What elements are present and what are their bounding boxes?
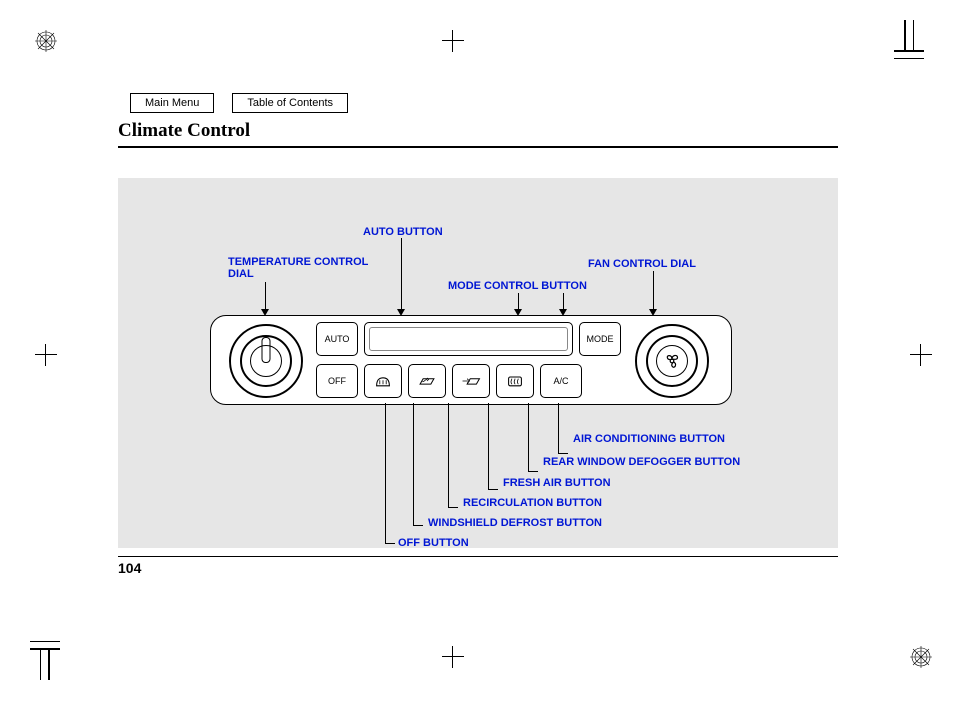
label-recirculation: RECIRCULATION BUTTON xyxy=(463,497,602,509)
climate-control-unit: AUTO MODE OFF A/C xyxy=(210,315,732,405)
registration-mark-icon xyxy=(910,646,932,668)
page-title: Climate Control xyxy=(118,120,250,142)
page-number: 104 xyxy=(118,560,141,576)
recirculation-icon xyxy=(417,373,437,389)
crop-cross-icon xyxy=(35,344,57,366)
fresh-air-button xyxy=(452,364,490,398)
crop-mark-icon xyxy=(30,640,70,680)
registration-mark-icon xyxy=(35,30,57,52)
windshield-defrost-button xyxy=(364,364,402,398)
label-mode-button: MODE CONTROL BUTTON xyxy=(448,280,587,292)
label-off-button: OFF BUTTON xyxy=(398,537,469,549)
fan-control-dial xyxy=(635,324,709,398)
recirculation-button xyxy=(408,364,446,398)
display-screen xyxy=(364,322,573,356)
fresh-air-icon xyxy=(461,373,481,389)
footer-rule xyxy=(118,556,838,557)
mode-button: MODE xyxy=(579,322,621,356)
diagram-panel: AUTO BUTTON TEMPERATURE CONTROL DIAL MOD… xyxy=(118,178,838,548)
crop-cross-icon xyxy=(910,344,932,366)
label-auto-button: AUTO BUTTON xyxy=(363,226,443,238)
fan-icon xyxy=(661,350,683,372)
off-button: OFF xyxy=(316,364,358,398)
label-windshield-defrost: WINDSHIELD DEFROST BUTTON xyxy=(428,517,602,529)
manual-page: Main Menu Table of Contents Climate Cont… xyxy=(0,0,954,710)
temperature-control-dial xyxy=(229,324,303,398)
auto-button: AUTO xyxy=(316,322,358,356)
ac-button: A/C xyxy=(540,364,582,398)
label-rear-defogger: REAR WINDOW DEFOGGER BUTTON xyxy=(543,456,740,468)
defrost-icon xyxy=(373,373,393,389)
crop-cross-icon xyxy=(442,646,464,668)
label-fan-dial: FAN CONTROL DIAL xyxy=(588,258,696,270)
label-temperature-dial: TEMPERATURE CONTROL DIAL xyxy=(228,256,368,280)
main-menu-button[interactable]: Main Menu xyxy=(130,93,214,113)
label-ac-button: AIR CONDITIONING BUTTON xyxy=(573,433,725,445)
label-fresh-air: FRESH AIR BUTTON xyxy=(503,477,611,489)
rear-defogger-button xyxy=(496,364,534,398)
toc-button[interactable]: Table of Contents xyxy=(232,93,348,113)
title-rule xyxy=(118,146,838,148)
rear-defog-icon xyxy=(505,373,525,389)
nav-bar: Main Menu Table of Contents xyxy=(130,93,348,113)
crop-cross-icon xyxy=(442,30,464,52)
crop-mark-icon xyxy=(884,20,924,60)
